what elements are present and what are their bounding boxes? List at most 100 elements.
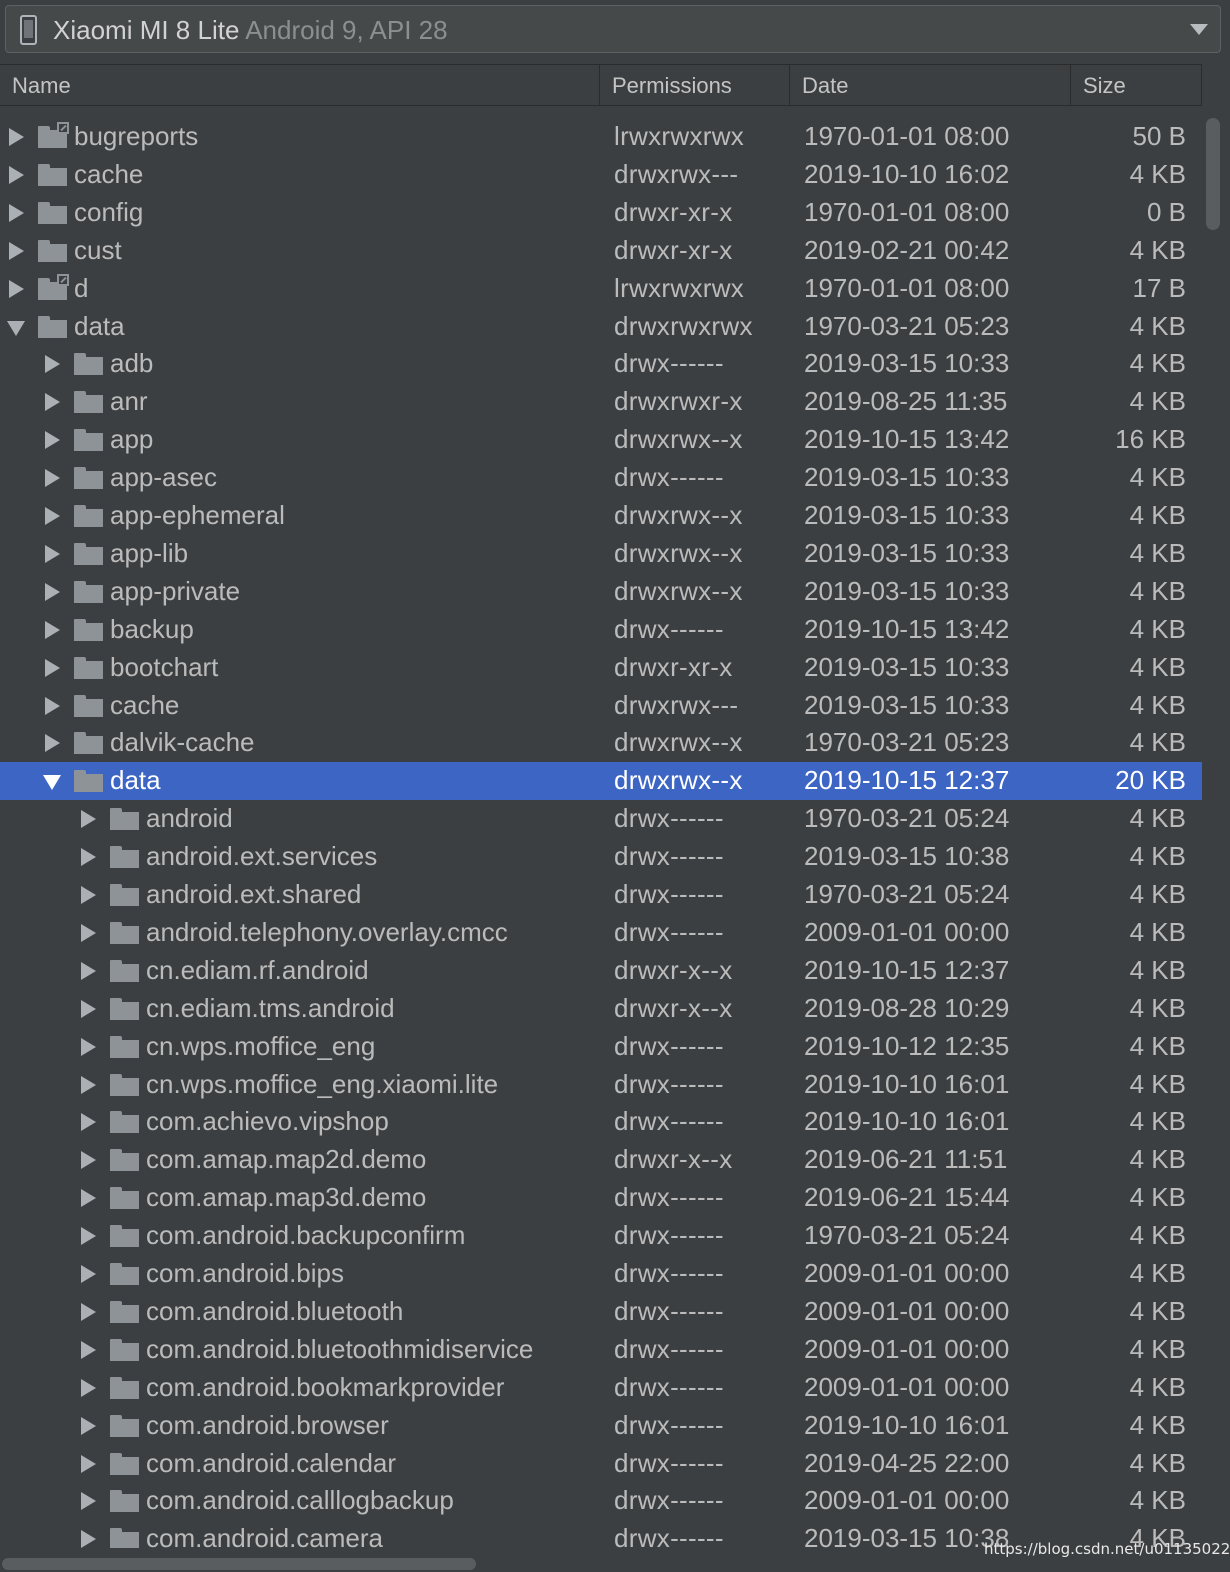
- file-name: com.android.calendar: [146, 1447, 397, 1478]
- tree-row[interactable]: com.android.bluetoothmidiservice drwx----…: [0, 1331, 1202, 1369]
- expand-arrow-right-icon[interactable]: [9, 279, 24, 298]
- tree-row[interactable]: app-lib drwxrwx--x 2019-03-15 10:33 4 KB: [0, 535, 1202, 573]
- expand-arrow-right-icon[interactable]: [45, 393, 60, 412]
- tree-row[interactable]: app drwxrwx--x 2019-10-15 13:42 16 KB: [0, 421, 1202, 459]
- expand-arrow-right-icon[interactable]: [81, 1227, 96, 1246]
- file-date: 2019-06-21 15:44: [804, 1182, 1010, 1213]
- expand-arrow-right-icon[interactable]: [81, 886, 96, 904]
- expand-arrow-right-icon[interactable]: [45, 734, 60, 753]
- tree-row[interactable]: com.android.calllogbackup drwx------ 2009-…: [0, 1482, 1202, 1520]
- tree-row[interactable]: backup drwx------ 2019-10-15 13:42 4 KB: [0, 611, 1202, 649]
- expand-arrow-right-icon[interactable]: [81, 1454, 96, 1473]
- file-name: com.amap.map3d.demo: [146, 1182, 427, 1213]
- column-permissions[interactable]: Permissions: [600, 65, 790, 105]
- expand-arrow-right-icon[interactable]: [81, 1530, 96, 1548]
- device-selector[interactable]: Xiaomi MI 8 Lite Android 9, API 28: [5, 5, 1221, 53]
- expand-arrow-right-icon[interactable]: [45, 582, 60, 601]
- expand-arrow-right-icon[interactable]: [81, 961, 96, 980]
- expand-arrow-right-icon[interactable]: [45, 696, 60, 715]
- tree-row[interactable]: com.achievo.vipshop drwx------ 2019-10-10 …: [0, 1103, 1202, 1141]
- expand-arrow-down-icon[interactable]: [43, 775, 61, 791]
- tree-row[interactable]: com.android.bluetooth drwx------ 2009-01-0…: [0, 1293, 1202, 1331]
- tree-row[interactable]: com.android.browser drwx------ 2019-10-10 …: [0, 1407, 1202, 1445]
- tree-row[interactable]: com.amap.map3d.demo drwx------ 2019-06-21 …: [0, 1179, 1202, 1217]
- tree-row[interactable]: com.android.bookmarkprovider drwx------ 20…: [0, 1369, 1202, 1407]
- expand-arrow-right-icon[interactable]: [81, 1265, 96, 1283]
- expand-arrow-right-icon[interactable]: [9, 165, 24, 184]
- tree-row[interactable]: android.telephony.overlay.cmcc drwx------…: [0, 914, 1202, 952]
- file-permissions: drwx------: [614, 1371, 724, 1402]
- file-name: com.android.bluetoothmidiservice: [146, 1333, 534, 1364]
- tree-row[interactable]: android.ext.shared drwx------ 1970-03-21 0…: [0, 876, 1202, 914]
- expand-arrow-right-icon[interactable]: [9, 241, 24, 260]
- tree-row[interactable]: android.ext.services drwx------ 2019-03-15…: [0, 838, 1202, 876]
- file-date: 2019-03-15 10:33: [804, 500, 1010, 530]
- expand-arrow-right-icon[interactable]: [45, 355, 60, 374]
- file-size: 4 KB: [1129, 1333, 1186, 1364]
- expand-arrow-right-icon[interactable]: [81, 1075, 96, 1094]
- expand-arrow-right-icon[interactable]: [81, 1492, 96, 1511]
- tree-row[interactable]: adb drwx------ 2019-03-15 10:33 4 KB: [0, 345, 1202, 383]
- tree-row[interactable]: dalvik-cache drwxrwx--x 1970-03-21 05:23 4 …: [0, 724, 1202, 762]
- tree-row[interactable]: bootchart drwxr-xr-x 2019-03-15 10:33 4 KB: [0, 649, 1202, 687]
- tree-row[interactable]: app-ephemeral drwxrwx--x 2019-03-15 10:33 4…: [0, 497, 1202, 535]
- tree-row[interactable]: cn.ediam.rf.android drwxr-x--x 2019-10-15 …: [0, 952, 1202, 990]
- file-name: cn.ediam.tms.android: [146, 992, 395, 1023]
- column-name[interactable]: Name: [0, 65, 600, 105]
- vertical-scrollbar[interactable]: [1206, 118, 1220, 230]
- expand-arrow-right-icon[interactable]: [9, 128, 24, 146]
- tree-row[interactable]: app-private drwxrwx--x 2019-03-15 10:33 4 K…: [0, 573, 1202, 611]
- tree-row[interactable]: cn.wps.moffice_eng drwx------ 2019-10-12 1…: [0, 1028, 1202, 1066]
- tree-row[interactable]: d lrwxrwxrwx 1970-01-01 08:00 17 B: [0, 270, 1202, 308]
- expand-arrow-right-icon[interactable]: [9, 203, 24, 222]
- tree-row[interactable]: data drwxrwx--x 2019-10-15 12:37 20 KB: [0, 762, 1202, 801]
- expand-arrow-right-icon[interactable]: [81, 1378, 96, 1397]
- file-date: 2019-10-15 12:37: [804, 954, 1010, 985]
- expand-arrow-right-icon[interactable]: [81, 1302, 96, 1321]
- expand-arrow-right-icon[interactable]: [81, 810, 96, 829]
- expand-arrow-right-icon[interactable]: [81, 1113, 96, 1132]
- expand-arrow-right-icon[interactable]: [45, 431, 60, 450]
- expand-arrow-right-icon[interactable]: [81, 923, 96, 942]
- expand-arrow-right-icon[interactable]: [81, 1340, 96, 1359]
- tree-row[interactable]: com.amap.map2d.demo drwxr-x--x 2019-06-21 …: [0, 1141, 1202, 1179]
- tree-row[interactable]: cust drwxr-xr-x 2019-02-21 00:42 4 KB: [0, 232, 1202, 270]
- column-size[interactable]: Size: [1071, 65, 1202, 105]
- file-date: 2019-03-15 10:33: [804, 651, 1010, 682]
- expand-arrow-right-icon[interactable]: [81, 848, 96, 867]
- folder-icon: [110, 1035, 139, 1058]
- tree-row[interactable]: cache drwxrwx--- 2019-10-10 16:02 4 KB: [0, 156, 1202, 194]
- expand-arrow-right-icon[interactable]: [81, 1151, 96, 1170]
- file-name: bootchart: [110, 651, 219, 682]
- tree-row[interactable]: cn.ediam.tms.android drwxr-x--x 2019-08-28…: [0, 990, 1202, 1028]
- tree-row[interactable]: bugreports lrwxrwxrwx 1970-01-01 08:00 50 B: [0, 118, 1202, 156]
- expand-arrow-right-icon[interactable]: [81, 999, 96, 1018]
- tree-row[interactable]: data drwxrwxrwx 1970-03-21 05:23 4 KB: [0, 308, 1202, 346]
- expand-arrow-right-icon[interactable]: [81, 1189, 96, 1208]
- tree-row[interactable]: com.android.calendar drwx------ 2019-04-25…: [0, 1445, 1202, 1483]
- tree-row[interactable]: config drwxr-xr-x 1970-01-01 08:00 0 B: [0, 194, 1202, 232]
- tree-row[interactable]: anr drwxrwxr-x 2019-08-25 11:35 4 KB: [0, 383, 1202, 421]
- expand-arrow-down-icon[interactable]: [7, 320, 25, 336]
- expand-arrow-right-icon[interactable]: [81, 1416, 96, 1435]
- horizontal-scrollbar[interactable]: [2, 1558, 476, 1570]
- file-date: 1970-03-21 05:23: [804, 310, 1010, 341]
- tree-row[interactable]: android drwx------ 1970-03-21 05:24 4 KB: [0, 800, 1202, 838]
- file-tree: bugreports lrwxrwxrwx 1970-01-01 08:00 50 B…: [0, 108, 1202, 1548]
- expand-arrow-right-icon[interactable]: [45, 469, 60, 488]
- expand-arrow-right-icon[interactable]: [45, 658, 60, 677]
- file-size: 4 KB: [1129, 1485, 1186, 1516]
- chevron-down-icon[interactable]: [1190, 24, 1208, 35]
- tree-row[interactable]: cache drwxrwx--- 2019-03-15 10:33 4 KB: [0, 687, 1202, 725]
- file-name: android: [146, 803, 233, 834]
- expand-arrow-right-icon[interactable]: [45, 620, 60, 639]
- expand-arrow-right-icon[interactable]: [45, 507, 60, 525]
- file-permissions: drwx------: [614, 1182, 724, 1213]
- tree-row[interactable]: com.android.backupconfirm drwx------ 1970-…: [0, 1217, 1202, 1255]
- tree-row[interactable]: app-asec drwx------ 2019-03-15 10:33 4 KB: [0, 459, 1202, 497]
- expand-arrow-right-icon[interactable]: [81, 1037, 96, 1056]
- expand-arrow-right-icon[interactable]: [45, 544, 60, 563]
- column-date[interactable]: Date: [790, 65, 1071, 105]
- tree-row[interactable]: cn.wps.moffice_eng.xiaomi.lite drwx------…: [0, 1066, 1202, 1104]
- tree-row[interactable]: com.android.bips drwx------ 2009-01-01 00:…: [0, 1255, 1202, 1293]
